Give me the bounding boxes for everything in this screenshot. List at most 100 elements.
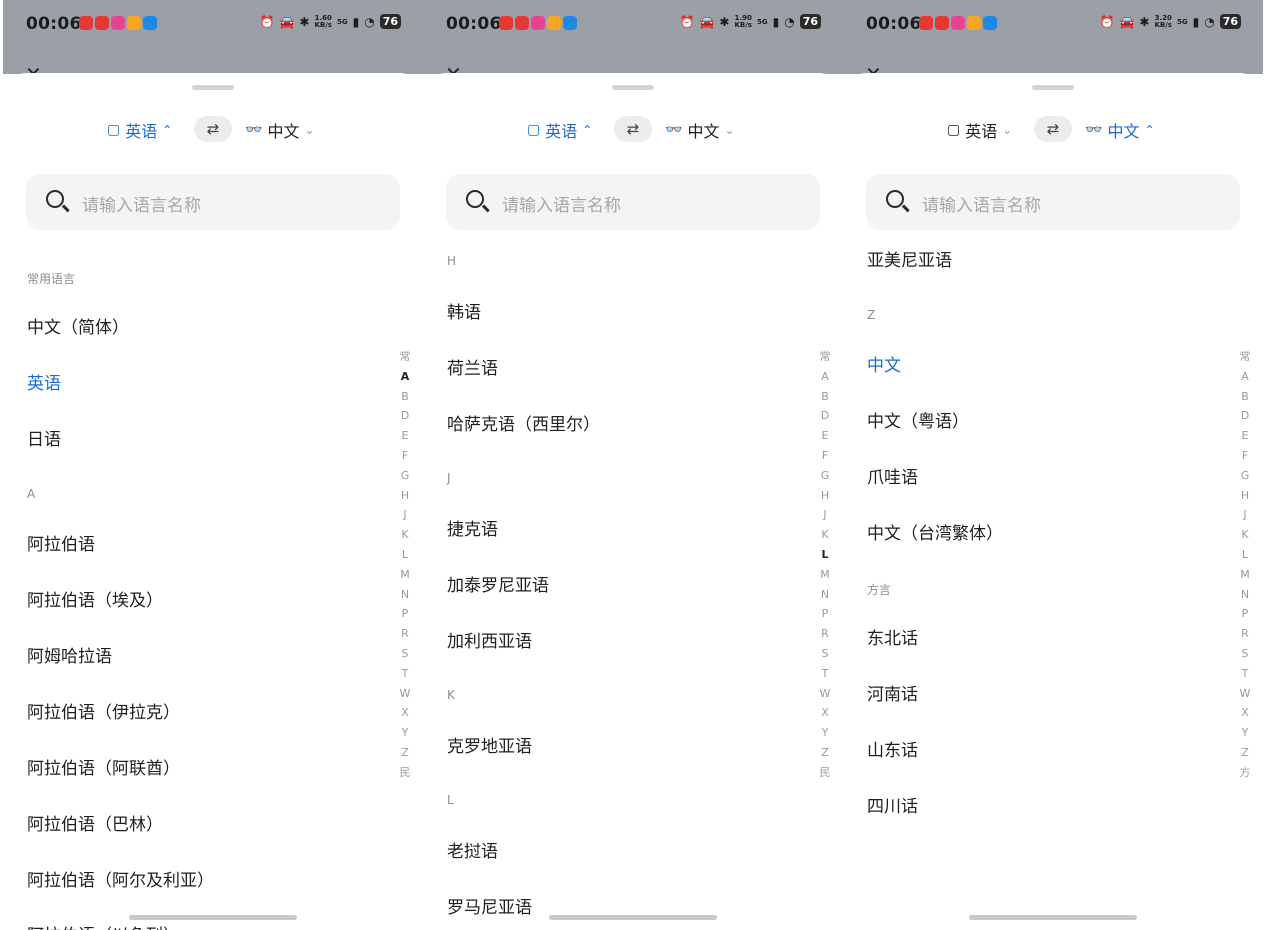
index-letter[interactable]: K bbox=[398, 525, 412, 545]
index-letter[interactable]: S bbox=[1238, 644, 1252, 664]
list-item-selected[interactable]: 中文 bbox=[867, 351, 901, 376]
index-letter[interactable]: L bbox=[818, 545, 832, 565]
language-search-input[interactable]: 请输入语言名称 bbox=[446, 174, 820, 230]
index-letter[interactable]: L bbox=[398, 545, 412, 565]
swap-languages-button[interactable]: ⇄ bbox=[614, 116, 652, 142]
alphabet-index[interactable]: 常 A B D E F G H J K L M N P R S T W X Y bbox=[1238, 347, 1252, 783]
drag-handle[interactable] bbox=[612, 85, 654, 90]
list-item[interactable]: 克罗地亚语 bbox=[447, 732, 532, 757]
index-letter[interactable]: F bbox=[1238, 446, 1252, 466]
index-letter[interactable]: P bbox=[398, 604, 412, 624]
index-letter[interactable]: 常 bbox=[818, 347, 832, 367]
index-letter[interactable]: K bbox=[818, 525, 832, 545]
list-item[interactable]: 阿拉伯语（埃及） bbox=[27, 586, 163, 611]
index-letter[interactable]: H bbox=[398, 486, 412, 506]
index-letter[interactable]: J bbox=[1238, 505, 1252, 525]
list-item[interactable]: 中文（粤语） bbox=[867, 407, 969, 432]
list-item[interactable]: 爪哇语 bbox=[867, 463, 918, 488]
index-letter[interactable]: S bbox=[818, 644, 832, 664]
index-letter[interactable]: J bbox=[818, 505, 832, 525]
index-letter[interactable]: P bbox=[1238, 604, 1252, 624]
index-letter[interactable]: G bbox=[1238, 466, 1252, 486]
index-letter[interactable]: H bbox=[818, 486, 832, 506]
index-letter[interactable]: N bbox=[1238, 585, 1252, 605]
alphabet-index[interactable]: 常 A B D E F G H J K L M N P R S T W X Y bbox=[398, 347, 412, 783]
index-letter[interactable]: 民 bbox=[818, 763, 832, 783]
list-item[interactable]: 韩语 bbox=[447, 298, 481, 323]
index-letter[interactable]: G bbox=[818, 466, 832, 486]
index-letter[interactable]: E bbox=[818, 426, 832, 446]
list-item[interactable]: 阿姆哈拉语 bbox=[27, 642, 112, 667]
index-letter[interactable]: F bbox=[398, 446, 412, 466]
index-letter[interactable]: S bbox=[398, 644, 412, 664]
list-item[interactable]: 加泰罗尼亚语 bbox=[447, 571, 549, 596]
swap-languages-button[interactable]: ⇄ bbox=[1034, 116, 1072, 142]
index-letter[interactable]: N bbox=[398, 585, 412, 605]
index-letter[interactable]: K bbox=[1238, 525, 1252, 545]
index-letter[interactable]: L bbox=[1238, 545, 1252, 565]
index-letter[interactable]: N bbox=[818, 585, 832, 605]
index-letter[interactable]: T bbox=[1238, 664, 1252, 684]
index-letter[interactable]: 方 bbox=[1238, 763, 1252, 783]
index-letter[interactable]: P bbox=[818, 604, 832, 624]
swap-languages-button[interactable]: ⇄ bbox=[194, 116, 232, 142]
list-item[interactable]: 河南话 bbox=[867, 680, 918, 705]
list-item[interactable]: 罗马尼亚语 bbox=[447, 893, 532, 918]
list-item[interactable]: 老挝语 bbox=[447, 837, 498, 862]
source-language-selector[interactable]: ▢ 英语 ⌃ bbox=[527, 118, 592, 142]
index-letter[interactable]: 常 bbox=[398, 347, 412, 367]
list-item[interactable]: 阿拉伯语（以色列） bbox=[27, 921, 180, 930]
index-letter[interactable]: B bbox=[1238, 387, 1252, 407]
list-item[interactable]: 四川话 bbox=[867, 792, 918, 817]
index-letter[interactable]: A bbox=[818, 367, 832, 387]
source-language-selector[interactable]: ▢ 英语 ⌃ bbox=[107, 118, 172, 142]
index-letter[interactable]: A bbox=[398, 367, 412, 387]
list-item[interactable]: 阿拉伯语（阿联酋） bbox=[27, 754, 180, 779]
drag-handle[interactable] bbox=[192, 85, 234, 90]
list-item[interactable]: 中文（简体） bbox=[27, 313, 129, 338]
index-letter[interactable]: J bbox=[398, 505, 412, 525]
list-item[interactable]: 哈萨克语（西里尔） bbox=[447, 410, 600, 435]
alphabet-index[interactable]: 常 A B D E F G H J K L M N P R S T W X Y bbox=[818, 347, 832, 783]
index-letter[interactable]: M bbox=[398, 565, 412, 585]
target-language-selector[interactable]: 👓 中文 ⌄ bbox=[665, 118, 735, 142]
list-item[interactable]: 荷兰语 bbox=[447, 354, 498, 379]
index-letter[interactable]: Y bbox=[1238, 723, 1252, 743]
index-letter[interactable]: E bbox=[1238, 426, 1252, 446]
index-letter[interactable]: W bbox=[1238, 684, 1252, 704]
index-letter[interactable]: T bbox=[398, 664, 412, 684]
list-item[interactable]: 亚美尼亚语 bbox=[867, 246, 952, 271]
index-letter[interactable]: X bbox=[1238, 703, 1252, 723]
list-item[interactable]: 阿拉伯语（伊拉克） bbox=[27, 698, 180, 723]
index-letter[interactable]: D bbox=[818, 406, 832, 426]
list-item[interactable]: 日语 bbox=[27, 425, 61, 450]
index-letter[interactable]: 常 bbox=[1238, 347, 1252, 367]
list-item[interactable]: 阿拉伯语（巴林） bbox=[27, 810, 163, 835]
target-language-selector[interactable]: 👓 中文 ⌃ bbox=[1085, 118, 1155, 142]
index-letter[interactable]: M bbox=[1238, 565, 1252, 585]
list-item-selected[interactable]: 英语 bbox=[27, 369, 61, 394]
list-item[interactable]: 阿拉伯语 bbox=[27, 530, 95, 555]
list-item[interactable]: 加利西亚语 bbox=[447, 627, 532, 652]
index-letter[interactable]: Z bbox=[398, 743, 412, 763]
index-letter[interactable]: X bbox=[818, 703, 832, 723]
list-item[interactable]: 山东话 bbox=[867, 736, 918, 761]
index-letter[interactable]: Y bbox=[398, 723, 412, 743]
index-letter[interactable]: W bbox=[818, 684, 832, 704]
index-letter[interactable]: R bbox=[398, 624, 412, 644]
index-letter[interactable]: F bbox=[818, 446, 832, 466]
list-item[interactable]: 阿拉伯语（阿尔及利亚） bbox=[27, 866, 214, 891]
index-letter[interactable]: M bbox=[818, 565, 832, 585]
index-letter[interactable]: R bbox=[1238, 624, 1252, 644]
index-letter[interactable]: R bbox=[818, 624, 832, 644]
index-letter[interactable]: W bbox=[398, 684, 412, 704]
index-letter[interactable]: Y bbox=[818, 723, 832, 743]
target-language-selector[interactable]: 👓 中文 ⌄ bbox=[245, 118, 315, 142]
index-letter[interactable]: B bbox=[818, 387, 832, 407]
index-letter[interactable]: T bbox=[818, 664, 832, 684]
index-letter[interactable]: 民 bbox=[398, 763, 412, 783]
index-letter[interactable]: D bbox=[1238, 406, 1252, 426]
index-letter[interactable]: D bbox=[398, 406, 412, 426]
index-letter[interactable]: H bbox=[1238, 486, 1252, 506]
language-search-input[interactable]: 请输入语言名称 bbox=[866, 174, 1240, 230]
